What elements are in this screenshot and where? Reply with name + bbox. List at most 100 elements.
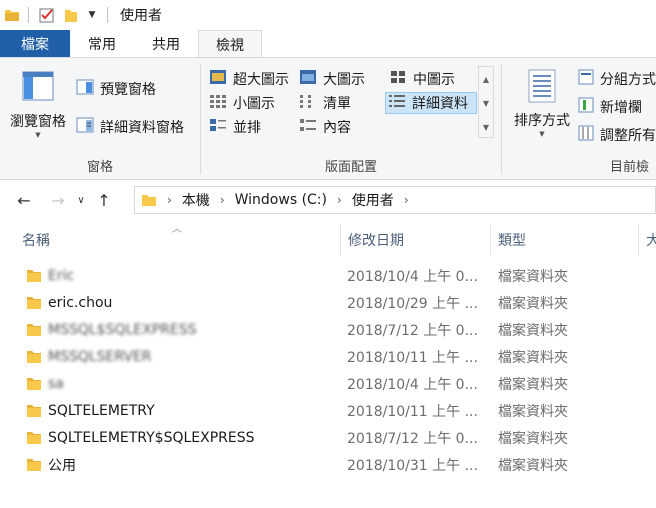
- group-by-button[interactable]: 分組方式: [578, 68, 656, 90]
- folder-icon: [26, 430, 42, 449]
- folder-icon: [26, 457, 42, 476]
- file-type: 檔案資料夾: [498, 349, 568, 366]
- layout-label: 小圖示: [233, 96, 275, 112]
- customize-dropdown-icon[interactable]: ▼: [85, 10, 99, 20]
- list-item[interactable]: eric.chou 2018/10/29 上午 ... 檔案資料夾: [0, 289, 656, 316]
- large-icons-icon: [299, 69, 317, 89]
- sort-by-icon: [525, 68, 559, 108]
- list-icon: [299, 93, 317, 113]
- column-header-date-modified[interactable]: 修改日期: [340, 224, 490, 256]
- layout-extra-large-icons[interactable]: 超大圖示: [207, 68, 289, 90]
- breadcrumb-chevron-icon[interactable]: ›: [337, 193, 342, 207]
- add-columns-label: 新增欄: [600, 100, 642, 116]
- separator: [28, 7, 29, 23]
- navigation-pane-label: 瀏覽窗格: [10, 114, 66, 130]
- layout-label: 中圖示: [413, 72, 455, 88]
- tab-home[interactable]: 常用: [70, 30, 134, 58]
- list-item[interactable]: Eric 2018/10/4 上午 0... 檔案資料夾: [0, 262, 656, 289]
- current-view-group: 排序方式 ▼ 分組方式 新增欄 調整所有 目前檢: [502, 58, 656, 179]
- address-bar[interactable]: › 本機 › Windows (C:) › 使用者 ›: [134, 186, 656, 214]
- file-date-modified: 2018/10/31 上午 ...: [347, 457, 478, 474]
- layout-label: 內容: [323, 120, 351, 136]
- file-date-modified: 2018/10/11 上午 ...: [347, 349, 478, 366]
- window-title: 使用者: [120, 8, 162, 24]
- folder-icon: [26, 268, 42, 287]
- up-arrow-icon[interactable]: ↑: [90, 186, 118, 214]
- file-name: SQLTELEMETRY$SQLEXPRESS: [48, 429, 255, 446]
- panes-group-label: 窗格: [86, 160, 113, 175]
- layout-list[interactable]: 清單: [297, 92, 351, 114]
- list-item[interactable]: SQLTELEMETRY 2018/10/11 上午 ... 檔案資料夾: [0, 397, 656, 424]
- list-item[interactable]: sa 2018/10/4 上午 0... 檔案資料夾: [0, 370, 656, 397]
- back-arrow-icon[interactable]: ←: [10, 186, 38, 214]
- layout-medium-icons[interactable]: 中圖示: [387, 68, 455, 90]
- size-columns-icon: [578, 125, 594, 145]
- folder-icon: [26, 403, 42, 422]
- layout-label: 並排: [233, 120, 261, 136]
- column-header-type[interactable]: 類型: [490, 224, 638, 256]
- folder-icon[interactable]: [4, 7, 20, 23]
- scroll-down-icon[interactable]: ▼: [479, 91, 493, 115]
- column-header-name[interactable]: 名稱: [14, 224, 340, 256]
- layout-large-icons[interactable]: 大圖示: [297, 68, 365, 90]
- file-type: 檔案資料夾: [498, 457, 568, 474]
- navigation-bar: ← → ∨ ↑ › 本機 › Windows (C:) › 使用者 ›: [0, 184, 656, 216]
- layout-gallery-scroll[interactable]: ▲ ▼ ▼: [478, 66, 494, 138]
- folder-icon: [141, 192, 157, 208]
- folder-icon: [26, 322, 42, 341]
- navigation-pane-button[interactable]: 瀏覽窗格 ▼: [6, 70, 70, 139]
- file-type: 檔案資料夾: [498, 268, 568, 285]
- layout-label: 清單: [323, 96, 351, 112]
- breadcrumb-this-pc[interactable]: 本機: [182, 190, 210, 210]
- layout-details[interactable]: 詳細資料: [385, 92, 477, 114]
- navigation-pane-icon: [21, 70, 55, 108]
- details-pane-button[interactable]: 詳細資料窗格: [76, 116, 184, 138]
- group-by-label: 分組方式: [600, 72, 656, 88]
- recent-locations-chevron-icon[interactable]: ∨: [72, 186, 90, 214]
- breadcrumb-chevron-icon[interactable]: ›: [220, 193, 225, 207]
- file-name: eric.chou: [48, 294, 113, 311]
- column-header-size[interactable]: 大: [638, 224, 656, 256]
- group-by-icon: [578, 69, 594, 89]
- file-type: 檔案資料夾: [498, 295, 568, 312]
- forward-arrow-icon[interactable]: →: [44, 186, 72, 214]
- layout-label: 大圖示: [323, 72, 365, 88]
- tab-file[interactable]: 檔案: [0, 30, 70, 58]
- breadcrumb-users[interactable]: 使用者: [352, 190, 394, 210]
- file-date-modified: 2018/7/12 上午 0...: [347, 430, 478, 447]
- tab-share[interactable]: 共用: [134, 30, 198, 58]
- chevron-down-icon: ▼: [539, 130, 545, 138]
- layout-label: 詳細資料: [412, 96, 468, 112]
- sort-by-label: 排序方式: [514, 113, 570, 129]
- breadcrumb-chevron-icon[interactable]: ›: [167, 193, 172, 207]
- scroll-up-icon[interactable]: ▲: [479, 67, 493, 91]
- breadcrumb-drive[interactable]: Windows (C:): [235, 192, 327, 208]
- sort-by-button[interactable]: 排序方式 ▼: [510, 68, 574, 138]
- layout-tiles[interactable]: 並排: [207, 116, 261, 138]
- details-pane-icon: [76, 117, 94, 137]
- properties-check-icon[interactable]: [37, 5, 57, 25]
- list-item[interactable]: MSSQL$SQLEXPRESS 2018/7/12 上午 0... 檔案資料夾: [0, 316, 656, 343]
- preview-pane-label: 預覽窗格: [100, 82, 156, 98]
- file-name: sa: [48, 375, 64, 392]
- separator: [107, 7, 108, 23]
- breadcrumb-chevron-icon[interactable]: ›: [404, 193, 409, 207]
- folder-icon: [26, 376, 42, 395]
- tab-view[interactable]: 檢視: [198, 30, 262, 58]
- size-all-columns-button[interactable]: 調整所有: [578, 124, 656, 146]
- layout-content[interactable]: 內容: [297, 116, 351, 138]
- preview-pane-icon: [76, 79, 94, 99]
- extra-large-icons-icon: [209, 69, 227, 89]
- gallery-expand-icon[interactable]: ▼: [479, 115, 493, 139]
- file-type: 檔案資料夾: [498, 376, 568, 393]
- file-name: SQLTELEMETRY: [48, 402, 155, 419]
- new-folder-icon[interactable]: [61, 5, 81, 25]
- preview-pane-button[interactable]: 預覽窗格: [76, 78, 156, 100]
- details-icon: [388, 93, 406, 113]
- list-item[interactable]: SQLTELEMETRY$SQLEXPRESS 2018/7/12 上午 0...…: [0, 424, 656, 451]
- layout-small-icons[interactable]: 小圖示: [207, 92, 275, 114]
- folder-icon: [26, 349, 42, 368]
- list-item[interactable]: MSSQLSERVER 2018/10/11 上午 ... 檔案資料夾: [0, 343, 656, 370]
- list-item[interactable]: 公用 2018/10/31 上午 ... 檔案資料夾: [0, 451, 656, 478]
- add-columns-button[interactable]: 新增欄: [578, 96, 642, 118]
